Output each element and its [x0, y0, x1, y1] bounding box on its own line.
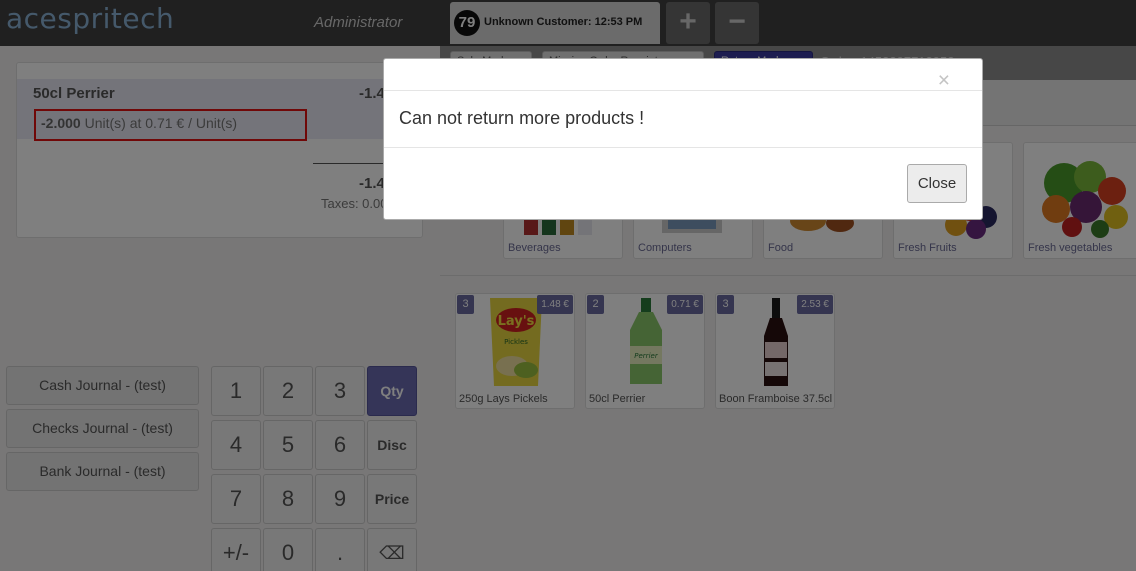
close-button[interactable]: Close — [907, 164, 967, 203]
dialog-header: × — [384, 59, 982, 91]
close-icon[interactable]: × — [938, 70, 950, 91]
dialog-footer-divider — [384, 147, 982, 148]
error-dialog: × Can not return more products ! Close — [383, 58, 983, 220]
dialog-message: Can not return more products ! — [399, 108, 645, 128]
